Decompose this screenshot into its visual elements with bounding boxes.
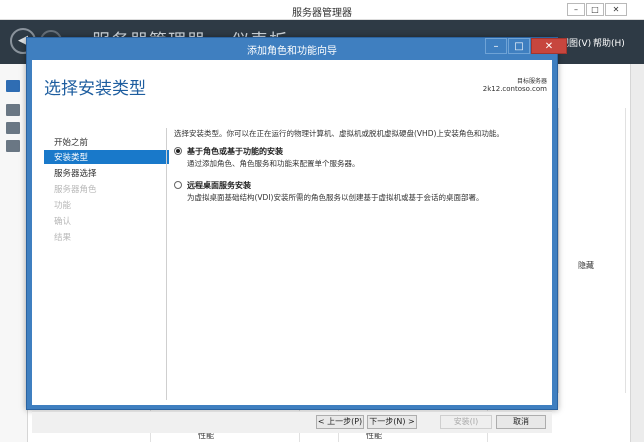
destination-server-value: 2k12.contoso.com — [482, 85, 547, 93]
step-installation-type[interactable]: 安装类型 — [44, 150, 169, 164]
next-button[interactable]: 下一步(N) > — [367, 415, 417, 429]
wizard-minimize-button[interactable]: – — [485, 38, 507, 54]
all-servers-icon[interactable] — [6, 122, 20, 134]
step-features: 功能 — [54, 201, 72, 211]
step-installation-type-label: 安装类型 — [54, 153, 89, 163]
maximize-button[interactable]: □ — [586, 3, 604, 16]
add-roles-wizard-dialog: 添加角色和功能向导 – □ ✕ 选择安装类型 目标服务器 2k12.contos… — [26, 37, 567, 433]
step-results: 结果 — [54, 233, 72, 243]
radio-role-based[interactable] — [174, 147, 182, 155]
option-role-based-description: 通过添加角色、角色服务和功能来配置单个服务器。 — [187, 159, 360, 168]
intro-text: 选择安装类型。你可以在正在运行的物理计算机、虚拟机或脱机虚拟硬盘(VHD)上安装… — [174, 129, 504, 138]
step-server-roles: 服务器角色 — [54, 185, 97, 195]
local-server-icon[interactable] — [6, 104, 20, 116]
radio-remote-desktop[interactable] — [174, 181, 182, 189]
server-manager-title: 服务器管理器 — [292, 8, 352, 19]
step-before-you-begin[interactable]: 开始之前 — [54, 136, 88, 148]
step-server-selection[interactable]: 服务器选择 — [54, 167, 97, 179]
step-confirmation: 确认 — [54, 217, 72, 227]
steps-divider — [166, 128, 167, 400]
wizard-maximize-button[interactable]: □ — [508, 38, 530, 54]
page-title: 选择安装类型 — [44, 79, 146, 99]
wizard-close-button[interactable]: ✕ — [531, 38, 567, 54]
install-button[interactable]: 安装(I) — [440, 415, 492, 429]
minimize-button[interactable]: – — [567, 3, 585, 16]
file-services-icon[interactable] — [6, 140, 20, 152]
option-remote-desktop-title[interactable]: 远程桌面服务安装 — [187, 180, 251, 191]
destination-server-label: 目标服务器 — [516, 78, 547, 85]
server-manager-nav — [0, 64, 28, 442]
wizard-body: 选择安装类型 目标服务器 2k12.contoso.com 开始之前 安装类型 … — [32, 60, 552, 433]
cancel-button[interactable]: 取消 — [496, 415, 546, 429]
option-remote-desktop-description: 为虚拟桌面基础结构(VDI)安装所需的角色服务以创建基于虚拟机或基于会话的桌面部… — [187, 193, 484, 202]
hide-link[interactable]: 隐藏 — [578, 260, 594, 271]
close-button[interactable]: ✕ — [605, 3, 627, 16]
wizard-window-title: 添加角色和功能向导 — [247, 46, 337, 57]
previous-button[interactable]: < 上一步(P) — [316, 415, 364, 429]
wizard-steps: 开始之前 安装类型 服务器选择 服务器角色 功能 确认 结果 — [32, 128, 169, 408]
option-role-based-title[interactable]: 基于角色或基于功能的安装 — [187, 146, 283, 157]
menu-help[interactable]: 帮助(H) — [593, 36, 625, 49]
dashboard-icon[interactable] — [6, 80, 20, 92]
dashboard-side-panel — [558, 108, 626, 393]
vertical-scrollbar[interactable] — [630, 64, 644, 442]
